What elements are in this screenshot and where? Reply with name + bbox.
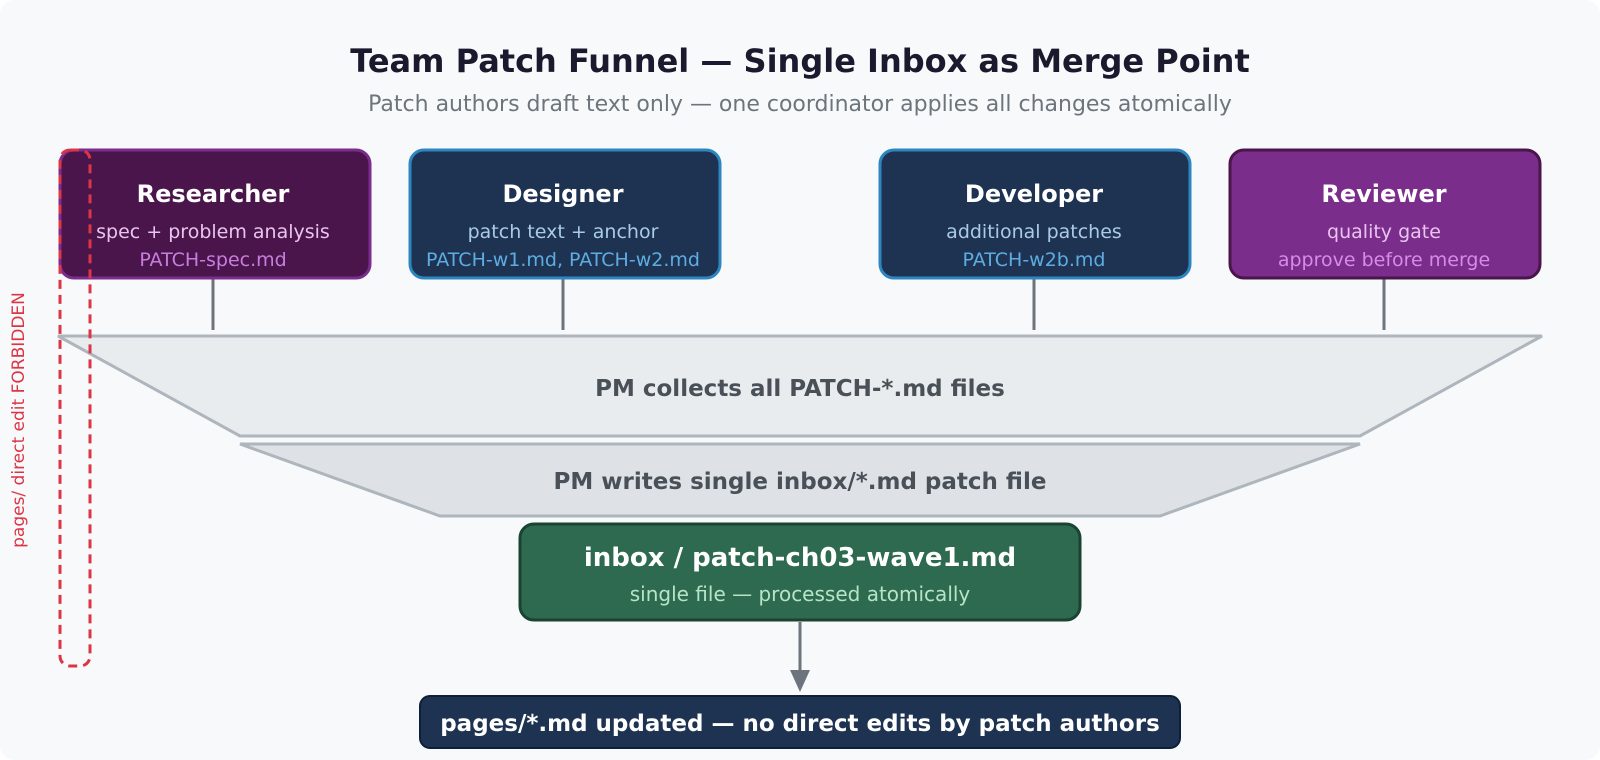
funnel-stage2-label: PM writes single inbox/*.md patch file — [554, 469, 1047, 495]
role-name: Developer — [965, 180, 1103, 208]
role-files: PATCH-w2b.md — [963, 249, 1106, 271]
role-files: PATCH-w1.md, PATCH-w2.md — [426, 249, 700, 271]
patch-funnel-diagram: Team Patch Funnel — Single Inbox as Merg… — [0, 0, 1600, 760]
inbox-title: inbox / patch-ch03-wave1.md — [584, 543, 1016, 573]
role-name: Designer — [502, 180, 623, 208]
role-files: approve before merge — [1278, 249, 1490, 271]
funnel-stage-collect: PM collects all PATCH-*.md files — [57, 334, 1543, 438]
role-box-researcher: Researcher spec + problem analysis PATCH… — [58, 148, 372, 280]
forbidden-label: pages/ direct edit FORBIDDEN — [9, 292, 29, 548]
role-name: Researcher — [137, 180, 290, 208]
role-desc: additional patches — [946, 221, 1122, 243]
role-name: Reviewer — [1321, 180, 1446, 208]
inbox-box: inbox / patch-ch03-wave1.md single file … — [518, 522, 1082, 622]
role-files: PATCH-spec.md — [139, 249, 286, 271]
role-desc: spec + problem analysis — [96, 221, 330, 243]
role-box-designer: Designer patch text + anchor PATCH-w1.md… — [408, 148, 722, 280]
diagram-title: Team Patch Funnel — Single Inbox as Merg… — [350, 42, 1250, 80]
funnel-stage-write: PM writes single inbox/*.md patch file — [239, 442, 1361, 518]
role-desc: quality gate — [1327, 221, 1441, 243]
role-box-reviewer: Reviewer quality gate approve before mer… — [1228, 148, 1542, 280]
role-box-developer: Developer additional patches PATCH-w2b.m… — [878, 148, 1192, 280]
output-label: pages/*.md updated — no direct edits by … — [440, 711, 1160, 737]
output-box: pages/*.md updated — no direct edits by … — [419, 695, 1181, 749]
diagram-subtitle: Patch authors draft text only — one coor… — [368, 92, 1232, 117]
role-desc: patch text + anchor — [468, 221, 659, 243]
inbox-subtitle: single file — processed atomically — [630, 582, 971, 606]
funnel-stage1-label: PM collects all PATCH-*.md files — [595, 376, 1005, 402]
